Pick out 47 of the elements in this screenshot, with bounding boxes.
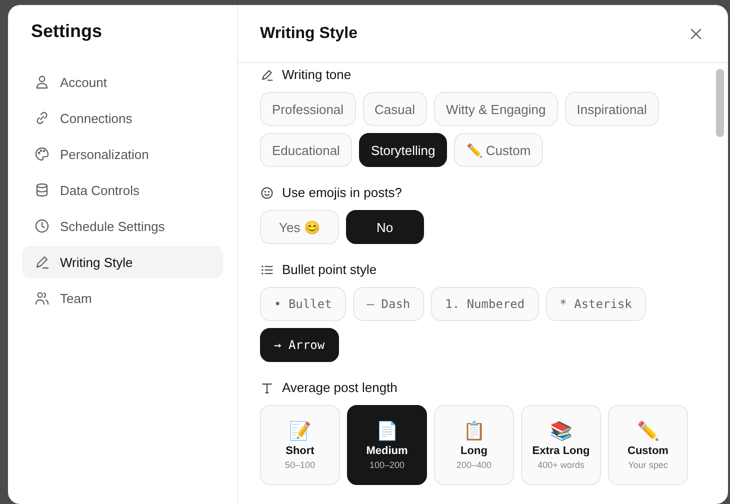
section-title: Average post length [282,380,398,395]
sidebar-item[interactable]: Schedule Settings [22,210,223,242]
sidebar-item[interactable]: Writing Style [22,246,223,278]
length-card[interactable]: 📝 Short 50–100 [260,405,340,485]
option-chip[interactable]: Educational [260,133,352,167]
sidebar-item[interactable]: Account [22,66,223,98]
card-label: Medium [366,445,408,457]
length-card[interactable]: 📄 Medium 100–200 [347,405,427,485]
sidebar-item[interactable]: Team [22,282,223,314]
length-card[interactable]: 📚 Extra Long 400+ words [521,405,601,485]
section-title: Writing tone [282,67,352,82]
card-detail: 200–400 [456,460,492,470]
sidebar-item[interactable]: Personalization [22,138,223,170]
option-chip[interactable]: Storytelling [358,133,448,167]
section-title: Use emojis in posts? [282,185,402,200]
option-chip[interactable]: Casual [362,92,428,126]
option-chip[interactable]: • Bullet [260,287,346,321]
card-label: Custom [628,445,668,457]
option-chip[interactable]: Yes 😊 [260,210,339,244]
length-card[interactable]: 📋 Long 200–400 [434,405,514,485]
option-chip[interactable]: ✏ Custom [454,133,543,167]
card-detail: 100–200 [369,460,405,470]
option-chip[interactable]: Inspirational [564,92,659,126]
sidebar-item[interactable]: Data Controls [22,174,223,206]
option-chip[interactable]: 1. Numbered [431,287,539,321]
emoji-icon: 📋 [463,420,485,442]
emoji-icon: ✏ [637,420,659,442]
length-card[interactable]: ✏ Custom Your spec [608,405,688,485]
option-chip[interactable]: Professional [260,92,356,126]
sidebar-item[interactable]: Connections [22,102,223,134]
option-chip[interactable]: – Dash [352,287,424,321]
card-label: Short [286,445,314,457]
dialog-title: Settings [31,21,104,42]
card-label: Extra Long [532,445,590,457]
card-detail: 400+ words [538,460,584,470]
card-detail: Your spec [628,460,668,470]
section-title: Bullet point style [282,262,377,277]
option-chip[interactable]: → Arrow [260,328,339,362]
emoji-icon: 📚 [550,420,572,442]
option-chip[interactable]: * Asterisk [546,287,646,321]
option-chip[interactable]: No [346,210,424,244]
card-detail: 50–100 [284,460,316,470]
panel-title: Writing Style [260,24,358,42]
card-label: Long [460,445,488,457]
option-chip[interactable]: Witty & Engaging [434,92,558,126]
emoji-icon: 📝 [289,420,311,442]
emoji-icon: 📄 [376,420,398,442]
